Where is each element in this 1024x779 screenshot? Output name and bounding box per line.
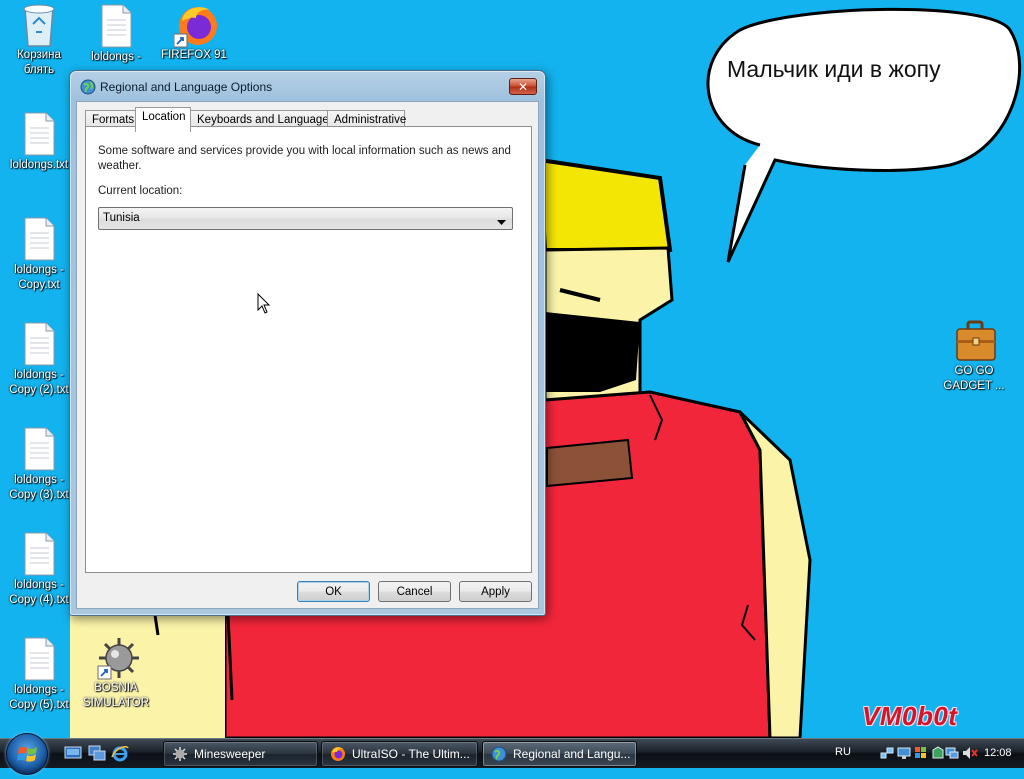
mouse-cursor-icon xyxy=(257,293,271,314)
taskbar: Minesweeper UltraISO - The Ultim... Regi… xyxy=(0,733,1024,775)
desktop-icon-loldongs-copy-5[interactable]: loldongs - Copy (5).txt xyxy=(1,637,77,713)
current-location-dropdown[interactable]: Tunisia xyxy=(98,207,513,230)
tray-display-icon[interactable] xyxy=(897,746,911,760)
desktop-icon-bosnia-simulator[interactable]: BOSNIA SIMULATOR xyxy=(78,635,154,711)
close-button[interactable]: ✕ xyxy=(509,78,537,95)
text-file-icon xyxy=(19,637,59,681)
firefox-icon xyxy=(173,2,217,48)
show-desktop-icon[interactable] xyxy=(64,745,82,761)
close-icon: ✕ xyxy=(517,79,529,94)
ok-button[interactable]: OK xyxy=(297,581,370,602)
tray-update-icon[interactable] xyxy=(931,746,945,760)
desktop-icon-label: loldongs - Copy (4).txt xyxy=(9,579,69,606)
text-file-icon xyxy=(96,4,136,48)
cancel-button[interactable]: Cancel xyxy=(378,581,451,602)
current-location-value: Tunisia xyxy=(103,212,140,224)
desktop-icon-label: BOSNIA SIMULATOR xyxy=(82,682,150,709)
speech-bubble-text: Мальчик иди в жопу xyxy=(727,56,941,82)
taskbar-button-minesweeper[interactable]: Minesweeper xyxy=(163,741,318,767)
chevron-down-icon xyxy=(497,216,506,229)
desktop-icon-loldongs-txt[interactable]: loldongs.txt xyxy=(1,112,77,173)
start-button[interactable] xyxy=(6,733,48,775)
taskbar-button-regional-options[interactable]: Regional and Langu... xyxy=(482,741,637,767)
text-file-icon xyxy=(19,532,59,576)
regional-language-options-window: Regional and Language Options ✕ Formats … xyxy=(69,70,546,616)
taskbar-button-label: UltraISO - The Ultim... xyxy=(352,747,470,761)
tray-security-icon[interactable] xyxy=(914,746,928,760)
desktop-icon-loldongs-copy-4[interactable]: loldongs - Copy (4).txt xyxy=(1,532,77,608)
desktop-icon-gadget[interactable]: GO GO GADGET ... xyxy=(936,318,1012,394)
desktop-icon-label: Корзина блять xyxy=(17,49,61,76)
window-title: Regional and Language Options xyxy=(100,80,273,94)
taskbar-button-ultraiso[interactable]: UltraISO - The Ultim... xyxy=(321,741,478,767)
regional-options-icon xyxy=(491,746,507,762)
location-tab-panel: Some software and services provide you w… xyxy=(85,126,532,573)
desktop-icon-loldongs-copy-2[interactable]: loldongs - Copy (2).txt xyxy=(1,322,77,398)
taskbar-button-label: Regional and Langu... xyxy=(513,747,631,761)
desktop-icon-recycle-bin[interactable]: Корзина блять xyxy=(1,2,77,78)
wallpaper-signature: VM0b0t xyxy=(862,701,958,731)
minesweeper-mine-icon xyxy=(96,635,139,680)
location-info-text: Some software and services provide you w… xyxy=(98,145,511,172)
text-file-icon xyxy=(19,112,59,156)
text-file-icon xyxy=(19,322,59,366)
tray-network-connection-icon[interactable] xyxy=(945,746,959,760)
desktop-icon-loldongs-copy-3[interactable]: loldongs - Copy (3).txt xyxy=(1,427,77,503)
desktop-icon-loldongs-copy[interactable]: loldongs - Copy.txt xyxy=(1,217,77,293)
desktop-icon-label: loldongs - Copy (5).txt xyxy=(9,684,69,711)
desktop-icon-label: GO GO GADGET ... xyxy=(943,365,1005,392)
firefox-icon xyxy=(331,747,345,761)
internet-explorer-icon[interactable] xyxy=(111,745,129,762)
text-file-icon xyxy=(19,217,59,261)
switch-windows-icon[interactable] xyxy=(88,745,106,761)
desktop-icon-loldongs[interactable]: loldongs - xyxy=(78,4,154,65)
tray-network-icon[interactable] xyxy=(880,746,894,760)
desktop-icon-label: loldongs - xyxy=(91,51,141,63)
briefcase-icon xyxy=(954,318,996,362)
tray-volume-muted-icon[interactable] xyxy=(962,746,978,760)
desktop-icon-firefox[interactable]: FIREFOX 91 xyxy=(156,2,232,63)
taskbar-button-label: Minesweeper xyxy=(194,747,266,761)
globe-icon xyxy=(80,79,96,98)
desktop-icon-label: loldongs - Copy (2).txt xyxy=(9,369,69,396)
windows-logo-icon xyxy=(17,746,37,762)
desktop-icon-label: loldongs.txt xyxy=(9,159,69,171)
desktop-icon-label: loldongs - Copy.txt xyxy=(14,264,64,291)
apply-button[interactable]: Apply xyxy=(459,581,532,602)
current-location-label: Current location: xyxy=(98,185,183,197)
taskbar-clock[interactable]: 12:08 xyxy=(984,747,1012,759)
desktop-icon-label: FIREFOX 91 xyxy=(161,49,227,61)
language-indicator[interactable]: RU xyxy=(835,746,851,758)
desktop-icon-label: loldongs - Copy (3).txt xyxy=(9,474,69,501)
minesweeper-icon xyxy=(173,747,187,761)
tab-location[interactable]: Location xyxy=(135,107,191,132)
text-file-icon xyxy=(19,427,59,471)
recycle-bin-icon xyxy=(19,2,59,47)
dialog-client-area: Formats Location Keyboards and Languages… xyxy=(76,101,539,609)
